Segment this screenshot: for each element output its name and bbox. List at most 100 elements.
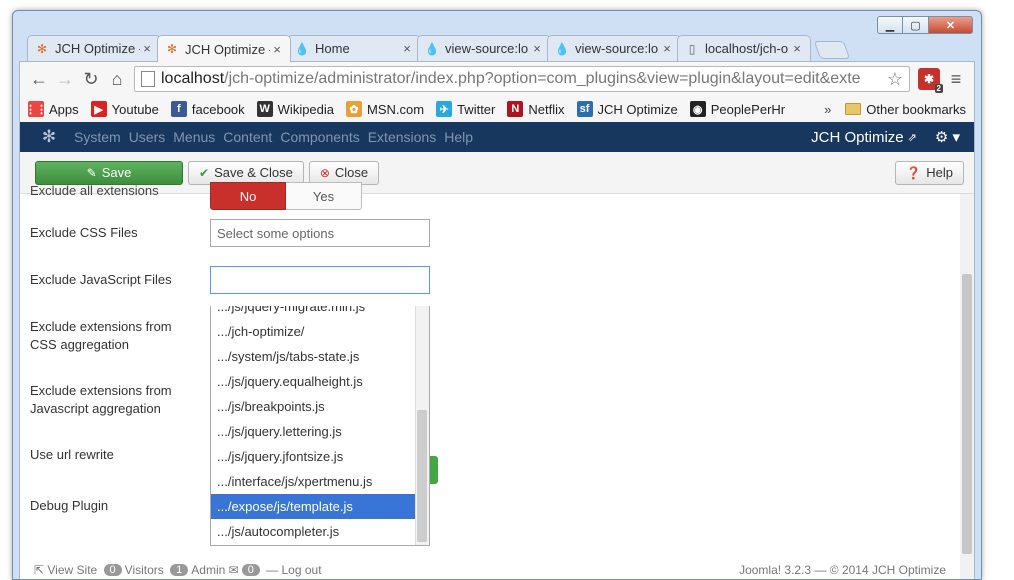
bookmark-label: facebook [191, 101, 245, 117]
tab-close-icon[interactable]: × [790, 41, 804, 56]
minimize-button[interactable]: ▁ [877, 16, 903, 34]
tab-close-icon[interactable]: × [660, 41, 674, 56]
external-link-icon: ⇱ [34, 563, 48, 577]
dropdown-option[interactable]: .../js/autocompleter.js [211, 519, 429, 544]
joomla-logo-icon[interactable]: ✻ [40, 127, 58, 147]
form-area: Exclude all extensions No Yes Exclude CS… [20, 182, 974, 579]
exclude-js-input[interactable] [210, 266, 430, 294]
joomla-menu-content[interactable]: Content [223, 129, 272, 145]
home-icon[interactable]: ⌂ [104, 66, 130, 92]
envelope-icon: ✉ [228, 563, 239, 577]
bookmark-apps[interactable]: ⋮⋮ Apps [25, 101, 79, 117]
admin-count: 1 [170, 564, 189, 576]
joomla-menu-components[interactable]: Components [280, 129, 359, 145]
bookmark-msn-com[interactable]: ✿ MSN.com [346, 101, 424, 117]
tab-3[interactable]: 💧 view-source:lo × [417, 35, 551, 61]
dropdown-option[interactable]: .../js/jquery.lettering.js [211, 419, 429, 444]
bookmark-star-icon[interactable]: ☆ [887, 69, 903, 90]
bookmark-label: Youtube [111, 101, 159, 117]
close-window-button[interactable]: ✕ [929, 16, 973, 34]
extension-icon[interactable]: ✱ 2 [918, 68, 943, 93]
joomla-menu-system[interactable]: System [74, 129, 121, 145]
exclude-css-select[interactable]: Select some options [210, 219, 430, 247]
page-icon: ▯ [688, 41, 696, 56]
save-button[interactable]: ✎ Save [35, 160, 183, 185]
tab-close-icon[interactable]: × [400, 41, 414, 56]
admin-label: Admin [191, 563, 226, 577]
question-icon: ❓ [906, 165, 922, 180]
tab-title: view-source:lo [575, 41, 659, 56]
bookmark-label: Netflix [528, 101, 565, 117]
bookmarks-overflow-button[interactable]: » [824, 102, 831, 117]
dropdown-option[interactable]: .../js/jquery-migrate.min.js [211, 306, 429, 319]
cancel-icon: ⊗ [319, 165, 330, 180]
tab-close-icon[interactable]: × [270, 42, 284, 57]
dropdown-option[interactable]: .../js/jquery.equalheight.js [211, 369, 429, 394]
joomla-menu-extensions[interactable]: Extensions [368, 129, 436, 145]
status-footer: ⇱ View Site 0 Visitors 1 Admin ✉ 0 — Log… [20, 558, 960, 579]
dropdown-scrollbar[interactable] [415, 306, 429, 545]
close-button[interactable]: ⊗ Close [308, 160, 380, 185]
new-tab-button[interactable] [813, 41, 851, 59]
dropdown-option[interactable]: .../interface/js/xpertmenu.js [211, 469, 429, 494]
save-close-button[interactable]: ✔ Save & Close [188, 160, 304, 185]
dropdown-option[interactable]: .../jch-optimize/ [211, 319, 429, 344]
maximize-button[interactable]: ▢ [903, 16, 929, 34]
gear-icon[interactable]: ⚙ ▾ [935, 128, 960, 146]
bookmark-youtube[interactable]: ▶ Youtube [90, 101, 159, 117]
page-scroll-thumb[interactable] [962, 274, 972, 554]
tab-title: JCH Optimize - [185, 41, 270, 57]
bookmark-peopleperhr[interactable]: ◉ PeoplePerHr [689, 101, 785, 117]
logout-link[interactable]: Log out [281, 563, 321, 577]
twitter-icon: ✈ [436, 101, 453, 117]
bookmark-netflix[interactable]: N Netflix [507, 101, 565, 117]
tab-0[interactable]: ✻ JCH Optimize - × [27, 35, 161, 61]
tab-5[interactable]: ▯ localhost/jch-o × [677, 35, 811, 61]
joomla-menu-menus[interactable]: Menus [173, 129, 215, 145]
dropdown-option[interactable]: .../js/breakpoints.js [211, 394, 429, 419]
dropdown-option[interactable]: .../js/jquery.jfontsize.js [211, 444, 429, 469]
joomla-menu-help[interactable]: Help [444, 129, 473, 145]
dropdown-option[interactable]: .../system/js/tabs-state.js [211, 344, 429, 369]
view-site-link[interactable]: View Site [47, 563, 97, 577]
site-title-link[interactable]: JCH Optimize [811, 129, 904, 146]
tab-1[interactable]: ✻ JCH Optimize - × [157, 35, 291, 62]
tab-2[interactable]: 💧 Home × [287, 35, 421, 61]
exclude-ext-css-label: Exclude extensions from CSS aggregation [30, 319, 172, 352]
messages-count: 0 [241, 564, 260, 576]
other-bookmarks-label: Other bookmarks [866, 101, 966, 117]
dropdown-option[interactable]: .../expose/js/template.js [211, 494, 429, 519]
address-bar[interactable]: localhost/jch-optimize/administrator/ind… [134, 66, 910, 92]
other-bookmarks-folder[interactable]: Other bookmarks [845, 102, 966, 117]
exclude-css-placeholder: Select some options [217, 225, 335, 241]
radio-no[interactable]: No [210, 182, 286, 210]
chrome-menu-icon[interactable]: ≡ [944, 69, 968, 90]
drop-icon: 💧 [554, 41, 570, 56]
page-viewport: ✻ System Users Menus Content Components Exten… [20, 122, 974, 579]
joomla-menu-users[interactable]: Users [129, 129, 166, 145]
help-button[interactable]: ❓ Help [895, 160, 964, 185]
exclude-css-label: Exclude CSS Files [30, 225, 138, 240]
exclude-ext-js-label: Exclude extensions from Javascript aggre… [30, 383, 172, 416]
tab-4[interactable]: 💧 view-source:lo × [547, 35, 681, 61]
visitors-label: Visitors [124, 563, 164, 577]
edit-icon: ✎ [86, 165, 97, 180]
bookmark-facebook[interactable]: f facebook [170, 101, 245, 117]
url-rewrite-toggle[interactable] [430, 456, 438, 484]
tab-close-icon[interactable]: × [140, 41, 154, 56]
bookmark-wikipedia[interactable]: W Wikipedia [256, 101, 334, 117]
bookmark-twitter[interactable]: ✈ Twitter [436, 101, 495, 117]
minus-icon: — [262, 563, 282, 577]
tab-close-icon[interactable]: × [530, 41, 544, 56]
back-icon[interactable]: ← [26, 66, 52, 92]
reload-icon[interactable]: ↻ [78, 66, 104, 92]
url-rewrite-label: Use url rewrite [30, 447, 114, 462]
bookmark-jch-optimize[interactable]: sf JCH Optimize [576, 101, 678, 117]
radio-yes[interactable]: Yes [286, 182, 362, 210]
dropdown-scroll-thumb[interactable] [417, 410, 427, 542]
page-scrollbar[interactable] [960, 194, 974, 579]
tab-title: localhost/jch-o [705, 41, 789, 56]
browser-frame: ← → ↻ ⌂ localhost/jch-optimize/administr… [19, 61, 975, 579]
debug-label: Debug Plugin [30, 498, 109, 513]
forward-icon[interactable]: → [52, 66, 78, 92]
